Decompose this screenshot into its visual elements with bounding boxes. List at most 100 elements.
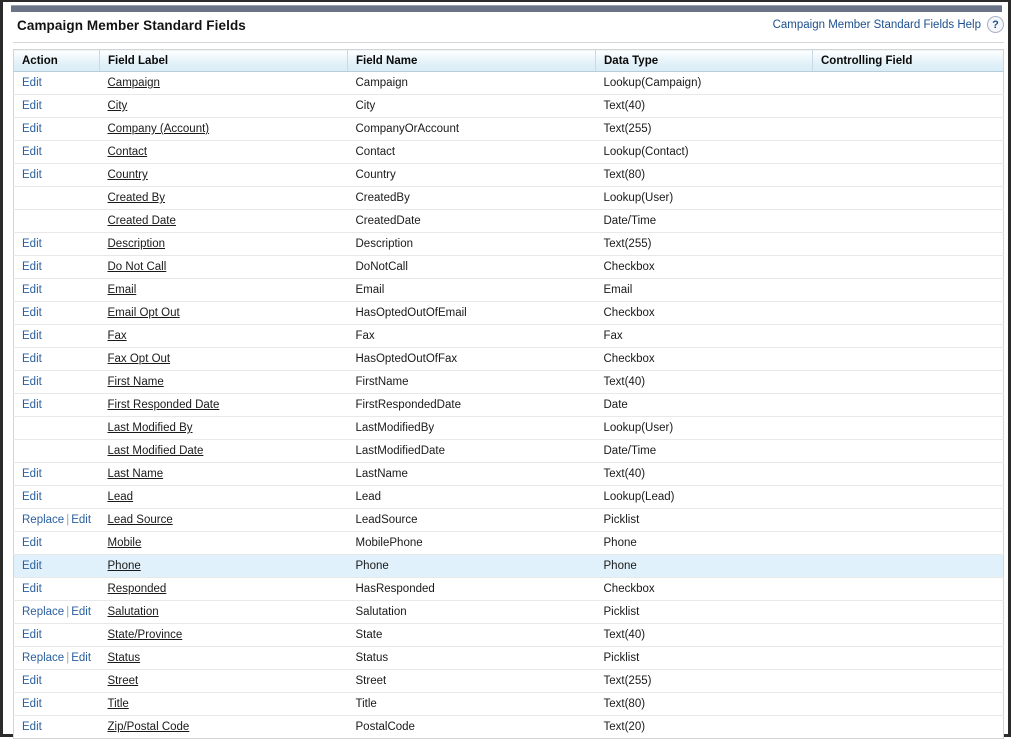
action-link-edit[interactable]: Edit (22, 629, 42, 641)
action-link-edit[interactable]: Edit (22, 307, 42, 319)
action-link-edit[interactable]: Edit (22, 560, 42, 572)
action-link-replace[interactable]: Replace (22, 514, 64, 526)
cell-controlling-field (812, 600, 1004, 624)
table-row: Edit Fax Opt Out HasOptedOutOfFax Checkbox (13, 347, 1004, 371)
table-row: Last Modified By LastModifiedBy Lookup(Use… (13, 416, 1004, 440)
action-link-edit[interactable]: Edit (22, 123, 42, 135)
action-link-edit[interactable]: Edit (22, 399, 42, 411)
field-label-link[interactable]: Campaign (108, 77, 160, 89)
action-empty (22, 422, 25, 434)
action-link-edit[interactable]: Edit (22, 675, 42, 687)
action-link-edit[interactable]: Edit (22, 238, 42, 250)
cell-data-type: Lookup(Campaign) (595, 71, 813, 95)
action-link-edit[interactable]: Edit (22, 698, 42, 710)
cell-field-label: Lead Source (99, 508, 348, 532)
cell-data-type: Checkbox (595, 255, 813, 279)
action-link-edit[interactable]: Edit (22, 491, 42, 503)
field-label-link[interactable]: Email (108, 284, 137, 296)
cell-data-type: Lookup(Contact) (595, 140, 813, 164)
cell-field-name: Email (347, 278, 596, 302)
cell-field-label: Last Modified Date (99, 439, 348, 463)
cell-field-name: LastModifiedDate (347, 439, 596, 463)
cell-action: Edit (13, 623, 100, 647)
field-label-link[interactable]: Title (108, 698, 129, 710)
field-label-link[interactable]: Lead (108, 491, 134, 503)
table-row: Edit First Responded Date FirstRespondedDa… (13, 393, 1004, 417)
action-link-edit[interactable]: Edit (22, 284, 42, 296)
action-link-edit[interactable]: Edit (71, 652, 91, 664)
cell-data-type: Text(255) (595, 669, 813, 693)
cell-data-type: Lookup(User) (595, 186, 813, 210)
action-link-replace[interactable]: Replace (22, 652, 64, 664)
cell-data-type: Text(255) (595, 117, 813, 141)
action-link-edit[interactable]: Edit (22, 100, 42, 112)
field-label-link[interactable]: Created By (108, 192, 166, 204)
field-label-link[interactable]: Status (108, 652, 141, 664)
cell-field-name: Fax (347, 324, 596, 348)
field-label-link[interactable]: Street (108, 675, 139, 687)
cell-controlling-field (812, 232, 1004, 256)
cell-field-name: HasOptedOutOfEmail (347, 301, 596, 325)
cell-data-type: Phone (595, 531, 813, 555)
action-link-edit[interactable]: Edit (22, 169, 42, 181)
action-link-edit[interactable]: Edit (22, 330, 42, 342)
field-label-link[interactable]: City (108, 100, 128, 112)
cell-action: Edit (13, 94, 100, 118)
field-label-link[interactable]: Last Name (108, 468, 164, 480)
action-link-edit[interactable]: Edit (22, 583, 42, 595)
cell-field-name: FirstRespondedDate (347, 393, 596, 417)
help-question-icon[interactable]: ? (987, 16, 1004, 33)
cell-data-type: Fax (595, 324, 813, 348)
field-label-link[interactable]: First Name (108, 376, 164, 388)
cell-field-label: Title (99, 692, 348, 716)
field-label-link[interactable]: State/Province (108, 629, 183, 641)
help-link[interactable]: Campaign Member Standard Fields Help (773, 19, 981, 31)
action-link-edit[interactable]: Edit (22, 146, 42, 158)
field-label-link[interactable]: Last Modified By (108, 422, 193, 434)
field-label-link[interactable]: Do Not Call (108, 261, 167, 273)
cell-data-type: Picklist (595, 600, 813, 624)
cell-controlling-field (812, 140, 1004, 164)
table-row: Edit First Name FirstName Text(40) (13, 370, 1004, 394)
action-link-edit[interactable]: Edit (22, 261, 42, 273)
table-row: Edit Description Description Text(255) (13, 232, 1004, 256)
field-label-link[interactable]: Zip/Postal Code (108, 721, 190, 733)
field-label-link[interactable]: Fax (108, 330, 127, 342)
field-label-link[interactable]: Company (Account) (108, 123, 210, 135)
field-label-link[interactable]: Phone (108, 560, 141, 572)
action-link-edit[interactable]: Edit (22, 77, 42, 89)
cell-field-name: CreatedBy (347, 186, 596, 210)
cell-field-name: HasResponded (347, 577, 596, 601)
field-label-link[interactable]: Responded (108, 583, 167, 595)
cell-data-type: Lookup(Lead) (595, 485, 813, 509)
cell-action (13, 186, 100, 210)
cell-action: Edit (13, 301, 100, 325)
cell-action: Edit (13, 71, 100, 95)
cell-controlling-field (812, 393, 1004, 417)
action-link-edit[interactable]: Edit (22, 721, 42, 733)
cell-field-name: CompanyOrAccount (347, 117, 596, 141)
action-link-edit[interactable]: Edit (22, 468, 42, 480)
action-link-edit[interactable]: Edit (22, 353, 42, 365)
field-label-link[interactable]: Last Modified Date (108, 445, 204, 457)
field-label-link[interactable]: Salutation (108, 606, 159, 618)
field-label-link[interactable]: First Responded Date (108, 399, 220, 411)
cell-data-type: Date (595, 393, 813, 417)
action-link-replace[interactable]: Replace (22, 606, 64, 618)
field-label-link[interactable]: Country (108, 169, 148, 181)
action-link-edit[interactable]: Edit (22, 376, 42, 388)
field-label-link[interactable]: Lead Source (108, 514, 173, 526)
field-label-link[interactable]: Mobile (108, 537, 142, 549)
column-header-data-type: Data Type (595, 49, 813, 72)
cell-action: Edit (13, 692, 100, 716)
action-link-edit[interactable]: Edit (71, 514, 91, 526)
field-label-link[interactable]: Description (108, 238, 166, 250)
field-label-link[interactable]: Email Opt Out (108, 307, 180, 319)
field-label-link[interactable]: Contact (108, 146, 148, 158)
field-label-link[interactable]: Fax Opt Out (108, 353, 171, 365)
action-link-edit[interactable]: Edit (22, 537, 42, 549)
action-link-edit[interactable]: Edit (71, 606, 91, 618)
field-label-link[interactable]: Created Date (108, 215, 176, 227)
cell-controlling-field (812, 554, 1004, 578)
action-empty (22, 215, 25, 227)
